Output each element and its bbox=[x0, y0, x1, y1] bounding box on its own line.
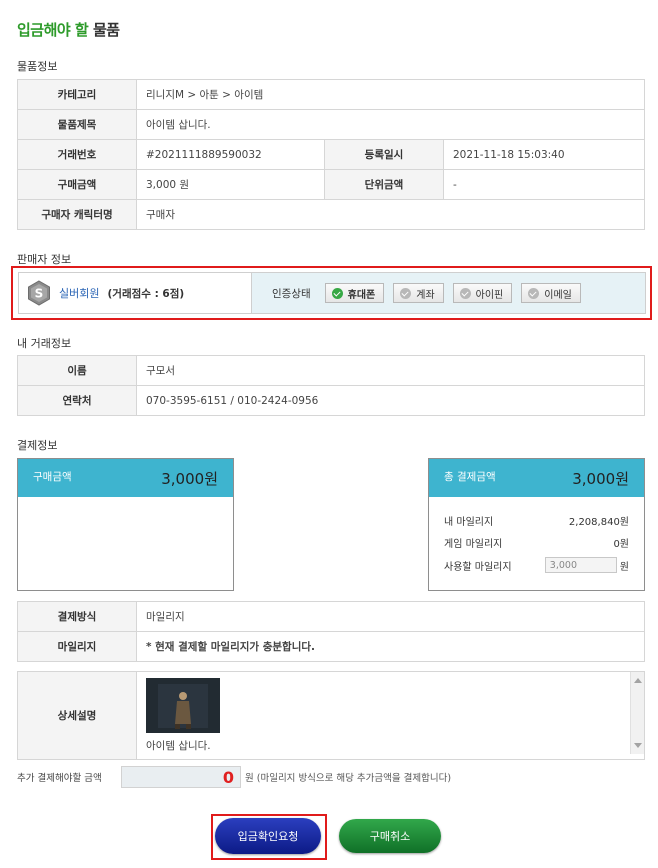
total-payment-value: 3,000원 bbox=[572, 469, 629, 488]
item-info-table: 카테고리 리니지M > 아툰 > 아이템 물품제목 아이템 삽니다. 거래번호 … bbox=[17, 79, 645, 230]
svg-text:S: S bbox=[35, 287, 44, 301]
table-row: 물품제목 아이템 삽니다. bbox=[17, 109, 645, 140]
page-title-rest: 물품 bbox=[92, 21, 120, 39]
table-row: 거래번호 #2021111889590032 등록일시 2021-11-18 1… bbox=[17, 139, 645, 170]
contact-label: 연락처 bbox=[17, 385, 137, 416]
method-label: 결제방식 bbox=[17, 601, 137, 632]
name-label: 이름 bbox=[17, 355, 137, 386]
subject-label: 물품제목 bbox=[17, 109, 137, 140]
cancel-purchase-button[interactable]: 구매취소 bbox=[339, 819, 441, 853]
unit-price-value: - bbox=[443, 169, 645, 200]
total-payment-box: 총 결제금액 3,000원 내 마일리지 2,208,840원 게임 마일리지 … bbox=[428, 458, 645, 591]
cert-ipin-badge: 아이핀 bbox=[452, 283, 513, 303]
my-trade-heading: 내 거래정보 bbox=[17, 337, 72, 350]
trade-no-label: 거래번호 bbox=[17, 139, 137, 170]
table-row: 연락처 070-3595-6151 / 010-2424-0956 bbox=[17, 385, 645, 416]
item-info-heading: 물품정보 bbox=[17, 60, 58, 73]
extra-payment-note: 원 (마일리지 방식으로 해당 추가금액을 결제합니다) bbox=[245, 773, 452, 784]
reg-date-label: 등록일시 bbox=[324, 139, 444, 170]
page-title-accent: 입금해야 할 bbox=[17, 21, 89, 39]
seller-score: (거래점수 : 6점) bbox=[107, 287, 185, 300]
purchase-amount-header: 구매금액 3,000원 bbox=[18, 459, 233, 497]
seller-info-heading: 판매자 정보 bbox=[17, 253, 72, 266]
use-mileage-input[interactable]: 3,000 bbox=[544, 557, 617, 573]
cert-account-label: 계좌 bbox=[416, 289, 435, 301]
buyer-char-label: 구매자 캐릭터명 bbox=[17, 199, 137, 230]
seller-highlight-frame: S 실버회원 (거래점수 : 6점) 인증상태 휴대폰 계좌 아이핀 이메일 bbox=[11, 266, 652, 320]
scroll-up-icon[interactable] bbox=[634, 678, 642, 683]
extra-payment-label: 추가 결제해야할 금액 bbox=[17, 773, 102, 784]
check-icon bbox=[400, 287, 412, 299]
table-row: 마일리지 * 현재 결제할 마일리지가 충분합니다. bbox=[17, 631, 645, 662]
cert-phone-label: 휴대폰 bbox=[347, 289, 376, 301]
reg-date-value: 2021-11-18 15:03:40 bbox=[443, 139, 645, 170]
check-icon bbox=[331, 287, 343, 299]
my-trade-table: 이름 구모서 연락처 070-3595-6151 / 010-2424-0956 bbox=[17, 355, 645, 416]
category-label: 카테고리 bbox=[17, 79, 137, 110]
page-title: 입금해야 할 물품 bbox=[17, 19, 120, 40]
payment-method-table: 결제방식 마일리지 마일리지 * 현재 결제할 마일리지가 충분합니다. bbox=[17, 601, 645, 662]
seller-info-box: S 실버회원 (거래점수 : 6점) 인증상태 휴대폰 계좌 아이핀 이메일 bbox=[18, 272, 646, 314]
cert-status-area: 인증상태 휴대폰 계좌 아이핀 이메일 bbox=[252, 273, 645, 313]
cert-email-label: 이메일 bbox=[544, 289, 572, 301]
subject-value: 아이템 삽니다. bbox=[136, 109, 645, 140]
scroll-down-icon[interactable] bbox=[634, 743, 642, 748]
table-row: 상세설명 아이템 삽니다. bbox=[17, 671, 645, 760]
detail-label: 상세설명 bbox=[17, 671, 137, 760]
game-mileage-value: 0원 bbox=[613, 539, 629, 550]
mileage-label: 마일리지 bbox=[17, 631, 137, 662]
name-value: 구모서 bbox=[136, 355, 645, 386]
total-payment-label: 총 결제금액 bbox=[444, 471, 496, 483]
table-row: 카테고리 리니지M > 아툰 > 아이템 bbox=[17, 79, 645, 110]
table-row: 이름 구모서 bbox=[17, 355, 645, 386]
price-label: 구매금액 bbox=[17, 169, 137, 200]
cert-phone-badge: 휴대폰 bbox=[324, 283, 385, 303]
purchase-amount-box: 구매금액 3,000원 bbox=[17, 458, 234, 591]
detail-content[interactable]: 아이템 삽니다. bbox=[136, 671, 645, 760]
use-mileage-row: 사용할 마일리지 3,000 원 bbox=[444, 557, 629, 573]
use-mileage-unit: 원 bbox=[619, 561, 629, 573]
cert-account-badge: 계좌 bbox=[393, 283, 444, 303]
extra-payment-row: 추가 결제해야할 금액 0 원 (마일리지 방식으로 해당 추가금액을 결제합니… bbox=[17, 766, 645, 788]
table-row: 구매금액 3,000 원 단위금액 - bbox=[17, 169, 645, 200]
purchase-amount-value: 3,000원 bbox=[161, 469, 218, 488]
item-thumbnail-image bbox=[146, 678, 220, 733]
purchase-amount-label: 구매금액 bbox=[33, 471, 72, 483]
my-mileage-label: 내 마일리지 bbox=[444, 517, 494, 528]
detail-scrollbar[interactable] bbox=[630, 672, 644, 754]
detail-table: 상세설명 아이템 삽니다. bbox=[17, 671, 645, 760]
my-mileage-value: 2,208,840원 bbox=[568, 517, 629, 528]
check-icon bbox=[459, 287, 471, 299]
seller-grade[interactable]: 실버회원 bbox=[59, 285, 99, 301]
total-payment-header: 총 결제금액 3,000원 bbox=[429, 459, 644, 497]
check-icon bbox=[528, 287, 540, 299]
buyer-char-value: 구매자 bbox=[136, 199, 645, 230]
mileage-note: * 현재 결제할 마일리지가 충분합니다. bbox=[136, 631, 645, 662]
price-value: 3,000 원 bbox=[136, 169, 325, 200]
trade-no-value: #2021111889590032 bbox=[136, 139, 325, 170]
unit-price-label: 단위금액 bbox=[324, 169, 444, 200]
contact-value: 070-3595-6151 / 010-2424-0956 bbox=[136, 385, 645, 416]
category-value: 리니지M > 아툰 > 아이템 bbox=[136, 79, 645, 110]
extra-payment-amount: 0 bbox=[121, 766, 241, 788]
game-mileage-row: 게임 마일리지 0원 bbox=[444, 535, 629, 550]
cert-email-badge: 이메일 bbox=[521, 283, 581, 303]
game-mileage-label: 게임 마일리지 bbox=[444, 539, 503, 550]
my-mileage-row: 내 마일리지 2,208,840원 bbox=[444, 513, 629, 528]
table-row: 결제방식 마일리지 bbox=[17, 601, 645, 632]
payment-heading: 결제정보 bbox=[17, 439, 58, 452]
deposit-confirm-request-button[interactable]: 입금확인요청 bbox=[215, 818, 321, 854]
character-silhouette-icon bbox=[146, 678, 220, 733]
detail-text: 아이템 삽니다. bbox=[146, 740, 211, 752]
cert-ipin-label: 아이핀 bbox=[475, 289, 504, 301]
use-mileage-label: 사용할 마일리지 bbox=[444, 561, 512, 573]
seller-grade-area: S 실버회원 (거래점수 : 6점) bbox=[19, 273, 252, 313]
method-value: 마일리지 bbox=[136, 601, 645, 632]
table-row: 구매자 캐릭터명 구매자 bbox=[17, 199, 645, 230]
silver-badge-icon: S bbox=[27, 280, 51, 306]
cert-status-label: 인증상태 bbox=[272, 287, 311, 300]
